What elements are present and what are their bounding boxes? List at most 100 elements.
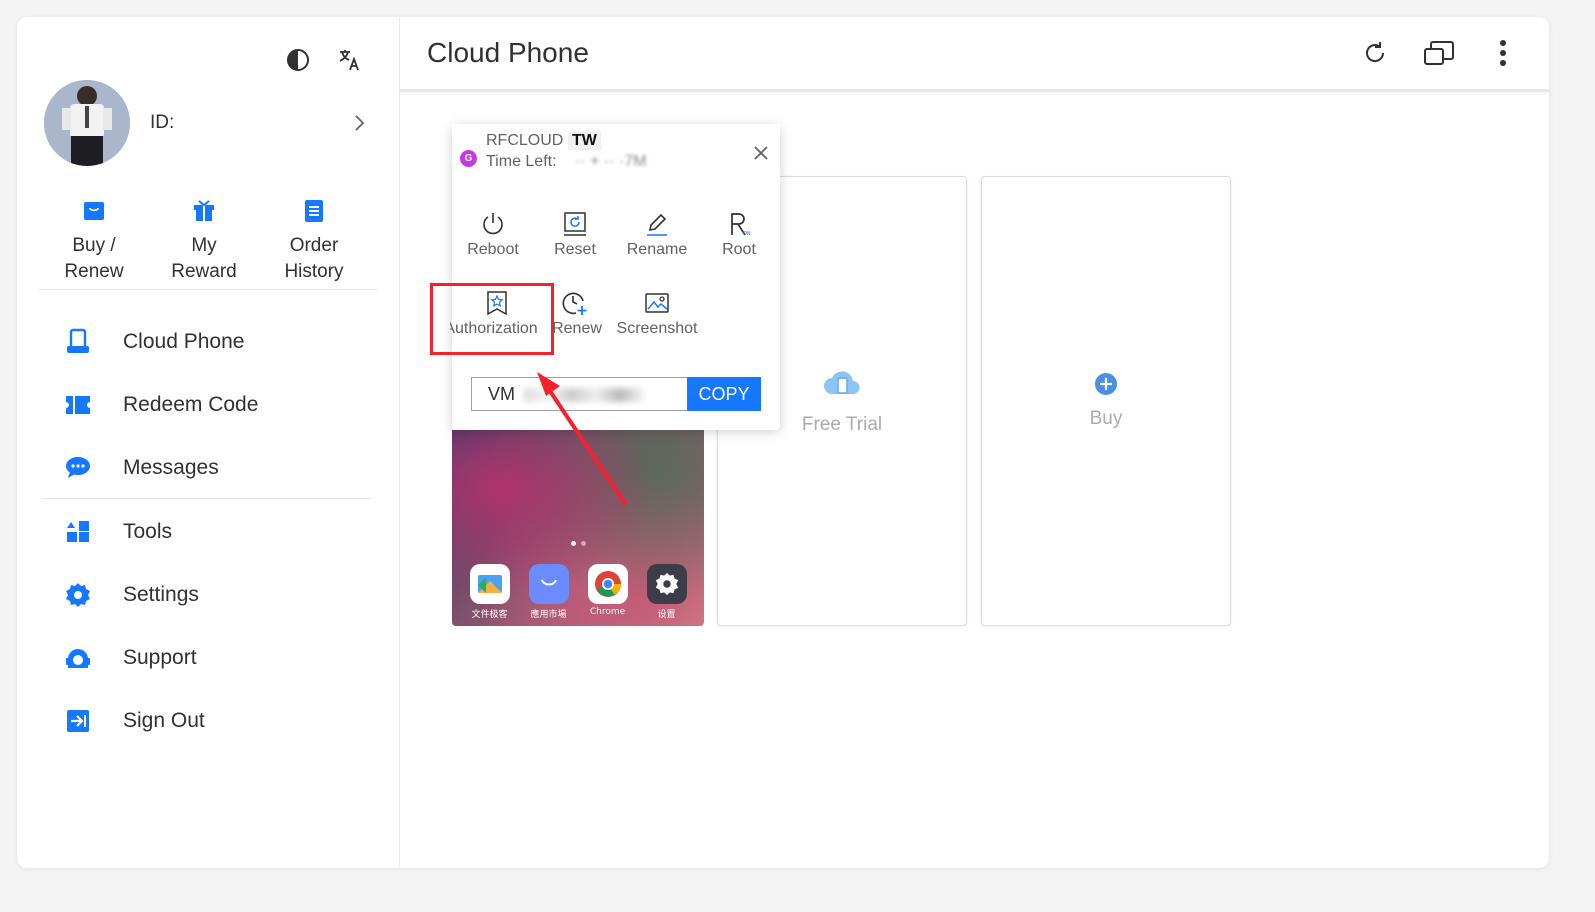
sign-out-icon — [63, 706, 93, 736]
buy-label: Buy — [1089, 408, 1123, 429]
folder-icon — [477, 575, 502, 593]
main-content: Cloud Phone Free Trial Buy 文件极客 應用市場 Chr… — [400, 17, 1549, 868]
phone-icon — [63, 327, 93, 357]
phone-dock: 文件极客 應用市場 Chrome 设置 — [452, 564, 704, 620]
page-indicator — [452, 541, 704, 546]
app-chrome[interactable]: Chrome — [587, 564, 628, 620]
sidebar-divider — [39, 289, 377, 290]
clipboard-icon — [305, 200, 323, 222]
app-label: 應用市場 — [530, 610, 567, 620]
gift-icon — [194, 200, 214, 221]
sidebar-item-settings[interactable]: Settings — [63, 575, 199, 615]
sidebar-item-label: Sign Out — [123, 709, 205, 732]
buy-card[interactable]: Buy — [981, 176, 1231, 626]
time-left-value: ·· + ·· ·7M — [575, 153, 647, 170]
reset-button[interactable]: Reset — [534, 210, 616, 259]
plus-circle-icon — [1095, 373, 1117, 395]
window-switch-icon[interactable] — [1423, 37, 1455, 69]
code-field-group: VM COPY — [471, 377, 761, 411]
phone-screen-preview[interactable]: 文件极客 應用市場 Chrome 设置 — [452, 430, 704, 626]
page-title: Cloud Phone — [427, 37, 589, 68]
free-trial-label: Free Trial — [801, 414, 883, 435]
buy-renew-button[interactable]: Buy / Renew — [39, 197, 149, 285]
copy-button[interactable]: COPY — [687, 377, 761, 411]
device-code-value: VM — [488, 384, 515, 404]
device-grade-badge: G — [460, 150, 477, 167]
app-settings[interactable]: 设置 — [646, 564, 687, 620]
screenshot-button[interactable]: Screenshot — [616, 289, 698, 338]
app-window: ID: Buy / Renew My Reward Order History … — [17, 17, 1549, 868]
app-label: 文件极客 — [471, 610, 508, 620]
rename-label: Rename — [626, 241, 688, 258]
sidebar-item-redeem-code[interactable]: Redeem Code — [63, 385, 258, 425]
app-market[interactable]: 應用市場 — [528, 564, 569, 620]
reboot-label: Reboot — [467, 241, 519, 258]
reboot-button[interactable]: Reboot — [452, 210, 534, 259]
app-file-geek[interactable]: 文件极客 — [469, 564, 510, 620]
sidebar-item-label: Tools — [123, 520, 173, 543]
reset-label: Reset — [554, 241, 596, 258]
shopping-bag-icon — [540, 579, 557, 586]
rename-button[interactable]: Rename — [616, 210, 698, 259]
device-code-field[interactable]: VM — [471, 377, 687, 411]
pencil-icon — [643, 210, 671, 238]
sidebar-top-icons — [285, 47, 363, 73]
user-id-label: ID: — [150, 112, 175, 133]
order-history-button[interactable]: Order History — [259, 197, 369, 285]
sidebar-item-messages[interactable]: Messages — [63, 448, 219, 488]
sidebar-item-support[interactable]: Support — [63, 638, 197, 678]
sidebar-divider — [43, 498, 371, 499]
device-popover: G RFCLOUD TW Time Left: ·· + ·· ·7M Rebo… — [450, 124, 780, 430]
translate-icon[interactable] — [337, 47, 363, 73]
root-button[interactable]: ON Root — [698, 210, 780, 259]
sidebar-item-sign-out[interactable]: Sign Out — [63, 701, 205, 741]
root-label: Root — [722, 241, 756, 258]
redacted-code — [524, 388, 644, 402]
renew-clock-icon — [561, 289, 589, 317]
buy-renew-label: Buy / Renew — [64, 235, 124, 282]
profile-row[interactable]: ID: — [44, 80, 369, 166]
device-name: RFCLOUD — [486, 132, 564, 149]
chat-icon — [63, 453, 93, 483]
shopping-bag-icon — [84, 202, 104, 220]
sidebar-item-label: Settings — [123, 583, 199, 606]
chrome-icon — [594, 571, 621, 597]
sidebar-item-label: Support — [123, 646, 197, 669]
svg-text:ON: ON — [743, 231, 751, 237]
order-history-label: Order History — [284, 235, 344, 282]
cloud-phone-icon — [824, 371, 860, 394]
theme-toggle-icon[interactable] — [285, 47, 311, 73]
root-icon: ON — [725, 210, 753, 238]
my-reward-button[interactable]: My Reward — [149, 197, 259, 285]
reset-icon — [561, 210, 589, 238]
header-actions — [1359, 37, 1519, 69]
time-left-label: Time Left: — [486, 153, 557, 170]
gear-icon — [655, 572, 678, 596]
quick-actions: Buy / Renew My Reward Order History — [39, 197, 379, 285]
sidebar: ID: Buy / Renew My Reward Order History … — [17, 17, 400, 868]
avatar[interactable] — [44, 80, 130, 166]
sidebar-item-cloud-phone[interactable]: Cloud Phone — [63, 322, 244, 362]
support-icon — [63, 643, 93, 673]
image-icon — [643, 289, 671, 317]
close-icon[interactable] — [752, 144, 770, 162]
refresh-icon[interactable] — [1359, 37, 1391, 69]
more-vertical-icon[interactable] — [1487, 37, 1519, 69]
sidebar-item-label: Messages — [123, 456, 219, 479]
my-reward-label: My Reward — [171, 235, 237, 282]
screenshot-label: Screenshot — [616, 320, 698, 337]
ticket-icon — [63, 390, 93, 420]
power-icon — [479, 210, 507, 238]
gear-icon — [63, 580, 93, 610]
chevron-right-icon[interactable] — [349, 113, 369, 133]
tools-icon — [63, 517, 93, 547]
region-badge: TW — [568, 132, 601, 150]
popover-header: G RFCLOUD TW Time Left: ·· + ·· ·7M — [460, 132, 772, 176]
sidebar-item-label: Redeem Code — [123, 393, 259, 416]
app-label: 设置 — [657, 610, 676, 620]
sidebar-item-tools[interactable]: Tools — [63, 512, 172, 552]
annotation-highlight-box — [430, 283, 554, 355]
main-header: Cloud Phone — [400, 17, 1549, 92]
sidebar-item-label: Cloud Phone — [123, 330, 245, 353]
renew-label: Renew — [552, 320, 602, 337]
